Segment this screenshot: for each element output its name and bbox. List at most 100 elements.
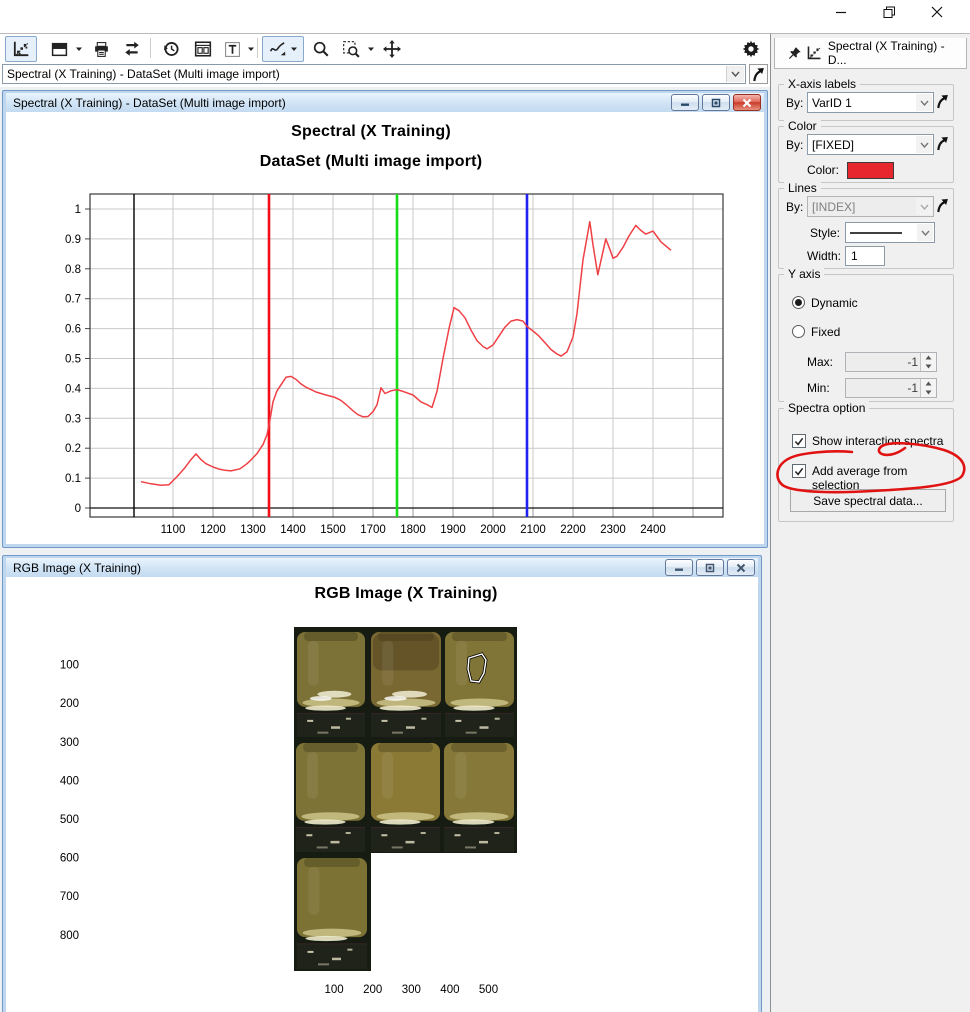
window-restore-button[interactable]	[696, 559, 724, 576]
bag-1-2	[444, 743, 514, 852]
rgb-chart-title: RGB Image (X Training)	[46, 585, 758, 603]
group-legend: Spectra option	[784, 401, 869, 415]
close-icon	[931, 6, 943, 18]
spinner-arrows[interactable]	[920, 353, 936, 371]
svg-text:500: 500	[60, 814, 79, 826]
properties-panel: Spectral (X Training) - D... X-axis labe…	[771, 34, 970, 1012]
app-minimize-button[interactable]	[826, 2, 856, 22]
svg-text:0.8: 0.8	[65, 264, 81, 276]
window-minimize-button[interactable]	[665, 559, 693, 576]
interaction-curve-tool-button[interactable]	[262, 36, 304, 62]
save-spectral-data-label: Save spectral data...	[813, 494, 922, 508]
checkmark-icon	[794, 437, 804, 446]
application-window: Spectral (X Training) - DataSet (Multi i…	[0, 0, 970, 1012]
xaxis-by-combobox[interactable]: VarID 1	[807, 92, 934, 113]
rgb-window-titlebar[interactable]: RGB Image (X Training)	[6, 558, 758, 577]
dynamic-label: Dynamic	[811, 296, 858, 310]
plot-selector-row: Spectral (X Training) - DataSet (Multi i…	[0, 63, 770, 87]
by-label: By:	[786, 200, 803, 214]
svg-text:100: 100	[60, 660, 79, 672]
window-close-button[interactable]	[727, 559, 755, 576]
color-label: Color:	[807, 163, 839, 177]
undo-history-button[interactable]	[156, 36, 186, 62]
chart-subtitle: DataSet (Multi image import)	[6, 153, 736, 171]
combobox-arrow[interactable]	[726, 66, 744, 82]
min-label: Min:	[807, 381, 830, 395]
lines-by-combobox[interactable]: [INDEX]	[807, 196, 934, 217]
min-value: -1	[907, 381, 918, 395]
pin-icon[interactable]	[787, 46, 802, 61]
text-tool-dropdown[interactable]	[245, 36, 256, 62]
search-button[interactable]	[306, 36, 336, 62]
scatter-plot-tool-button[interactable]	[5, 36, 37, 62]
text-tool-button[interactable]	[218, 36, 246, 62]
panel-header[interactable]: Spectral (X Training) - D...	[774, 38, 967, 69]
save-spectral-data-button[interactable]: Save spectral data...	[790, 489, 946, 512]
layout-dropdown[interactable]	[73, 36, 84, 62]
spinner-arrows[interactable]	[920, 379, 936, 397]
fixed-radio[interactable]	[792, 325, 805, 338]
spectral-chart[interactable]: 1100120013001400150017001800190020002100…	[43, 187, 733, 542]
spectral-plot-window: Spectral (X Training) - DataSet (Multi i…	[2, 90, 768, 548]
zoom-region-button[interactable]	[336, 36, 366, 62]
y-tick-labels: 00.10.20.30.40.50.60.70.80.91	[65, 204, 82, 515]
chevron-down-icon	[920, 100, 929, 106]
svg-text:200: 200	[363, 984, 382, 996]
rgb-window-title: RGB Image (X Training)	[13, 561, 141, 575]
max-spinbox[interactable]: -1	[845, 352, 937, 372]
add-average-from-selection-checkbox[interactable]	[792, 464, 806, 478]
swoosh-arrow-icon[interactable]	[936, 94, 949, 109]
window-restore-button[interactable]	[702, 94, 730, 111]
chart-title: Spectral (X Training)	[6, 123, 736, 141]
by-label: By:	[786, 96, 803, 110]
svg-text:0.5: 0.5	[65, 354, 81, 366]
bag-0-2	[445, 632, 514, 737]
color-by-combobox[interactable]: [FIXED]	[807, 134, 934, 155]
grid	[90, 194, 723, 508]
show-interaction-spectra-label: Show interaction spectra	[812, 434, 943, 448]
goto-plot-button[interactable]	[749, 64, 768, 84]
pan-button[interactable]	[377, 36, 407, 62]
width-label: Width:	[807, 249, 841, 263]
plot-selector-combobox[interactable]: Spectral (X Training) - DataSet (Multi i…	[2, 64, 746, 84]
group-legend: Y axis	[784, 267, 824, 281]
chevron-down-icon	[920, 204, 929, 210]
group-legend: Lines	[784, 181, 821, 195]
svg-text:0.2: 0.2	[65, 443, 81, 455]
window-close-button[interactable]	[733, 94, 761, 111]
min-spinbox[interactable]: -1	[845, 378, 937, 398]
show-interaction-spectra-checkbox[interactable]	[792, 434, 806, 448]
app-restore-button[interactable]	[874, 2, 904, 22]
zoom-region-dropdown[interactable]	[365, 36, 376, 62]
print-button[interactable]	[86, 36, 116, 62]
line-style-combobox[interactable]	[845, 222, 935, 243]
layout-button[interactable]	[44, 36, 74, 62]
printer-icon	[93, 41, 110, 58]
svg-text:2100: 2100	[520, 524, 546, 536]
swap-views-button[interactable]	[117, 36, 147, 62]
dynamic-radio[interactable]	[792, 296, 805, 309]
rgb-image-plot[interactable]: 100200300400500600700800100200300400500	[43, 619, 523, 1012]
chevron-down-icon	[920, 142, 929, 148]
swoosh-arrow-icon[interactable]	[936, 136, 949, 151]
restore-icon	[883, 6, 896, 19]
svg-text:0.9: 0.9	[65, 234, 81, 246]
settings-button[interactable]	[736, 36, 766, 62]
windows-layout-button[interactable]	[188, 36, 218, 62]
spectral-plot-content: Spectral (X Training) DataSet (Multi ima…	[6, 112, 764, 544]
spectral-window-titlebar[interactable]: Spectral (X Training) - DataSet (Multi i…	[6, 93, 764, 112]
interaction-curve-icon	[269, 40, 287, 58]
fixed-color-swatch[interactable]	[847, 162, 894, 179]
swoosh-arrow-icon[interactable]	[936, 198, 949, 213]
spinner-down-icon	[925, 390, 932, 395]
window-minimize-button[interactable]	[671, 94, 699, 111]
svg-text:400: 400	[440, 984, 459, 996]
app-close-button[interactable]	[922, 2, 952, 22]
svg-text:300: 300	[60, 737, 79, 749]
spinner-up-icon	[925, 381, 932, 386]
svg-text:1900: 1900	[440, 524, 466, 536]
svg-text:0.7: 0.7	[65, 294, 81, 306]
svg-text:300: 300	[402, 984, 421, 996]
svg-text:1500: 1500	[320, 524, 346, 536]
line-width-input[interactable]: 1	[845, 246, 885, 266]
